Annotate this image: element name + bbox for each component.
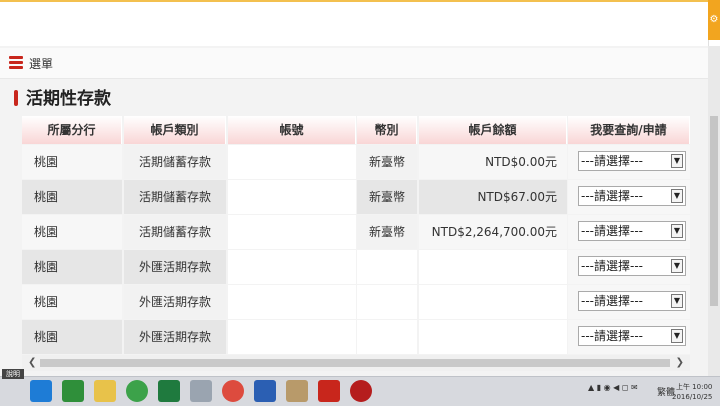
action-select[interactable]: ---請選擇--- ▼ [578, 151, 686, 171]
action-select-value: ---請選擇--- [581, 189, 643, 203]
branch-cell: 桃園 [22, 180, 122, 214]
chevron-down-icon[interactable]: ▼ [671, 189, 683, 203]
ie-icon[interactable] [30, 380, 52, 402]
account-number-cell [228, 285, 356, 319]
action-cell: ---請選擇--- ▼ [568, 250, 690, 284]
action-cell: ---請選擇--- ▼ [568, 215, 690, 249]
currency-cell [357, 285, 417, 319]
account-type-cell: 活期儲蓄存款 [124, 180, 226, 214]
scroll-right-icon[interactable]: ❯ [676, 355, 684, 371]
header-branch: 所屬分行 [22, 116, 122, 144]
green-arrow-icon[interactable] [126, 380, 148, 402]
clock-time: 上午 10:00 [675, 383, 713, 391]
branch-cell: 桃園 [22, 285, 122, 319]
action-cell: ---請選擇--- ▼ [568, 285, 690, 319]
title-accent-bar [14, 90, 18, 106]
account-type-cell: 外匯活期存款 [124, 285, 226, 319]
action-select-value: ---請選擇--- [581, 154, 643, 168]
action-select[interactable]: ---請選擇--- ▼ [578, 186, 686, 206]
chevron-down-icon[interactable]: ▼ [671, 294, 683, 308]
balance-cell: NTD$67.00元 [419, 180, 567, 214]
word-icon[interactable] [254, 380, 276, 402]
account-number-cell [228, 250, 356, 284]
header-balance: 帳戶餘額 [419, 116, 567, 144]
action-select-value: ---請選擇--- [581, 294, 643, 308]
app-icon[interactable] [318, 380, 340, 402]
vertical-scrollbar[interactable] [708, 46, 720, 376]
action-cell: ---請選擇--- ▼ [568, 320, 690, 354]
chevron-down-icon[interactable]: ▼ [671, 224, 683, 238]
action-select[interactable]: ---請選擇--- ▼ [578, 326, 686, 346]
currency-cell [357, 320, 417, 354]
header-currency: 幣別 [357, 116, 417, 144]
settings-gear-icon[interactable]: ⚙ [708, 0, 720, 40]
action-cell: ---請選擇--- ▼ [568, 145, 690, 179]
action-cell: ---請選擇--- ▼ [568, 180, 690, 214]
chrome-icon[interactable] [222, 380, 244, 402]
currency-cell: 新臺幣 [357, 180, 417, 214]
action-select-value: ---請選擇--- [581, 259, 643, 273]
tool-icon[interactable] [190, 380, 212, 402]
balance-cell: NTD$0.00元 [419, 145, 567, 179]
account-type-cell: 活期儲蓄存款 [124, 215, 226, 249]
hamburger-menu-icon[interactable] [9, 56, 23, 70]
chevron-down-icon[interactable]: ▼ [671, 329, 683, 343]
section-title: 活期性存款 [14, 84, 111, 109]
vertical-scroll-thumb[interactable] [710, 116, 718, 306]
branch-cell: 桃園 [22, 250, 122, 284]
clock[interactable]: 上午 10:00 2016/10/25 [672, 382, 712, 402]
account-type-cell: 外匯活期存款 [124, 320, 226, 354]
action-select[interactable]: ---請選擇--- ▼ [578, 256, 686, 276]
currency-cell [357, 250, 417, 284]
header-action: 我要查詢/申請 [568, 116, 690, 144]
chevron-down-icon[interactable]: ▼ [671, 259, 683, 273]
balance-cell [419, 320, 567, 354]
header-account-number: 帳號 [228, 116, 356, 144]
document-icon[interactable] [286, 380, 308, 402]
account-number-cell [228, 215, 356, 249]
system-tray: ▲ ▮ ◉ ◀ ◻ ✉ [588, 383, 638, 392]
menu-bar [0, 48, 708, 79]
branch-cell: 桃園 [22, 215, 122, 249]
windows-taskbar: 說明 ▲ ▮ ◉ ◀ ◻ ✉ 繁體 上午 10:00 2016/10/25 [0, 369, 720, 406]
account-type-cell: 外匯活期存款 [124, 250, 226, 284]
file-explorer-icon[interactable] [94, 380, 116, 402]
balance-cell: NTD$2,264,700.00元 [419, 215, 567, 249]
section-title-text: 活期性存款 [26, 89, 111, 109]
balance-cell [419, 285, 567, 319]
action-select[interactable]: ---請選擇--- ▼ [578, 221, 686, 241]
help-label[interactable]: 說明 [2, 369, 24, 379]
excel-icon[interactable] [158, 380, 180, 402]
horizontal-scrollbar[interactable]: ❮ ❯ [22, 355, 690, 371]
account-number-cell [228, 145, 356, 179]
browser-top-area [0, 0, 709, 48]
action-select-value: ---請選擇--- [581, 224, 643, 238]
clock-date: 2016/10/25 [672, 393, 713, 401]
account-number-cell [228, 320, 356, 354]
header-account-type: 帳戶類別 [124, 116, 226, 144]
horizontal-scroll-thumb[interactable] [40, 359, 670, 367]
currency-cell: 新臺幣 [357, 145, 417, 179]
action-select-value: ---請選擇--- [581, 329, 643, 343]
branch-cell: 桃園 [22, 145, 122, 179]
chevron-down-icon[interactable]: ▼ [671, 154, 683, 168]
scroll-left-icon[interactable]: ❮ [28, 355, 36, 371]
menu-label[interactable]: 選單 [29, 55, 53, 72]
account-type-cell: 活期儲蓄存款 [124, 145, 226, 179]
action-select[interactable]: ---請選擇--- ▼ [578, 291, 686, 311]
branch-cell: 桃園 [22, 320, 122, 354]
bank-icon[interactable] [350, 380, 372, 402]
currency-cell: 新臺幣 [357, 215, 417, 249]
account-number-cell [228, 180, 356, 214]
balance-cell [419, 250, 567, 284]
calculator-icon[interactable] [62, 380, 84, 402]
